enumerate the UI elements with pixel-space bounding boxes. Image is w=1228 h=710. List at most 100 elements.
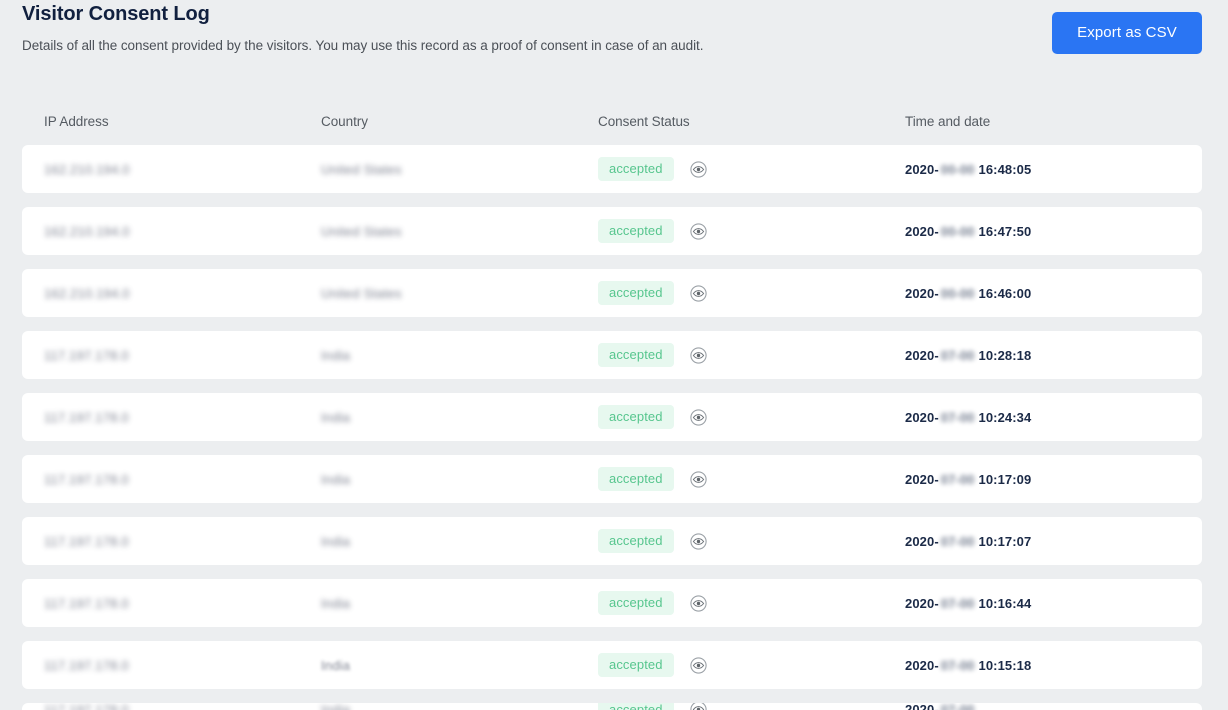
eye-icon[interactable] <box>689 408 707 426</box>
table-row[interactable]: 117.197.178.0 India accepted 2020- 07-00 1… <box>22 579 1202 627</box>
cell-country: India <box>321 703 598 710</box>
eye-icon[interactable] <box>689 656 707 674</box>
cell-ip-address: 117.197.178.0 <box>44 471 129 487</box>
date-masked: 07-00 <box>940 347 975 363</box>
date-masked: 00-00 <box>940 285 975 301</box>
table-body: 162.210.194.0 United States accepted 202… <box>22 145 1202 710</box>
cell-ip-address: 117.197.178.0 <box>44 533 129 549</box>
cell-consent-status: accepted <box>598 703 905 710</box>
time-value: 16:48:05 <box>978 161 1032 177</box>
cell-ip-address: 117.197.178.0 <box>44 703 321 710</box>
column-header-ip-address: IP Address <box>44 113 109 129</box>
date-prefix: 2020- <box>905 471 939 487</box>
cell-consent-status: accepted <box>598 529 905 553</box>
table-row[interactable]: 162.210.194.0 United States accepted 202… <box>22 145 1202 193</box>
time-value: 10:16:44 <box>978 595 1032 611</box>
column-header-time-and-date: Time and date <box>905 113 991 129</box>
date-masked: 00-00 <box>940 223 975 239</box>
table-header-row: IP Address Country Consent Status Time a… <box>22 104 1202 138</box>
cell-time-and-date: 2020- 07-00 10:24:34 <box>905 410 1205 425</box>
cell-country: India <box>321 657 351 673</box>
eye-icon[interactable] <box>689 284 707 302</box>
cell-time-and-date: 2020- 07-00 10:15:18 <box>905 658 1205 673</box>
cell-time-and-date: 2020- 07-00 10:28:18 <box>905 348 1205 363</box>
date-prefix: 2020- <box>905 285 939 301</box>
eye-icon[interactable] <box>689 346 707 364</box>
table-row[interactable]: 117.197.178.0 India accepted 2020-07-00 <box>22 703 1202 710</box>
cell-ip-address: 117.197.178.0 <box>44 409 129 425</box>
cell-consent-status: accepted <box>598 467 905 491</box>
date-prefix: 2020- <box>905 533 939 549</box>
cell-time-and-date: 2020- 00-00 16:46:00 <box>905 286 1205 301</box>
table-row[interactable]: 117.197.178.0 India accepted 2020- 07-00 1… <box>22 517 1202 565</box>
page-subtitle: Details of all the consent provided by t… <box>22 38 704 53</box>
cell-ip-address: 117.197.178.0 <box>44 595 129 611</box>
cell-consent-status: accepted <box>598 591 905 615</box>
status-badge: accepted <box>598 703 674 710</box>
cell-country: United States <box>321 285 402 301</box>
eye-icon[interactable] <box>689 703 707 710</box>
cell-country: India <box>321 409 351 425</box>
eye-icon[interactable] <box>689 470 707 488</box>
time-value: 10:17:09 <box>978 471 1032 487</box>
time-value: 16:47:50 <box>978 223 1032 239</box>
cell-country: India <box>321 533 351 549</box>
page-title: Visitor Consent Log <box>22 3 210 25</box>
eye-icon[interactable] <box>689 222 707 240</box>
date-prefix: 2020- <box>905 595 939 611</box>
export-as-csv-button[interactable]: Export as CSV <box>1052 12 1202 54</box>
cell-time-and-date: 2020- 07-00 10:16:44 <box>905 596 1205 611</box>
cell-country: India <box>321 595 351 611</box>
status-badge: accepted <box>598 529 674 553</box>
cell-country: India <box>321 471 351 487</box>
status-badge: accepted <box>598 467 674 491</box>
table-row[interactable]: 117.197.178.0 India accepted 2020- 07-00 1… <box>22 331 1202 379</box>
cell-ip-address: 117.197.178.0 <box>44 347 129 363</box>
status-badge: accepted <box>598 157 674 181</box>
consent-log-table: IP Address Country Consent Status Time a… <box>0 104 1228 710</box>
cell-ip-address: 117.197.178.0 <box>44 657 129 673</box>
cell-ip-address: 162.210.194.0 <box>44 285 130 301</box>
cell-time-and-date: 2020- 00-00 16:48:05 <box>905 162 1205 177</box>
column-header-consent-status: Consent Status <box>598 113 690 129</box>
cell-consent-status: accepted <box>598 281 905 305</box>
table-row[interactable]: 117.197.178.0 India accepted 2020- 07-00 1… <box>22 455 1202 503</box>
table-row[interactable]: 117.197.178.0 India accepted 2020- 07-00 1… <box>22 641 1202 689</box>
column-header-country: Country <box>321 113 368 129</box>
date-prefix: 2020- <box>905 703 939 710</box>
status-badge: accepted <box>598 219 674 243</box>
time-value: 10:24:34 <box>978 409 1032 425</box>
cell-consent-status: accepted <box>598 157 905 181</box>
cell-ip-address: 162.210.194.0 <box>44 161 130 177</box>
cell-ip-address: 162.210.194.0 <box>44 223 130 239</box>
date-masked: 07-00 <box>940 533 975 549</box>
time-value: 10:17:07 <box>978 533 1032 549</box>
date-masked: 07-00 <box>940 471 975 487</box>
cell-time-and-date: 2020- 07-00 10:17:09 <box>905 472 1205 487</box>
date-prefix: 2020- <box>905 657 939 673</box>
table-row[interactable]: 162.210.194.0 United States accepted 202… <box>22 269 1202 317</box>
status-badge: accepted <box>598 405 674 429</box>
cell-consent-status: accepted <box>598 343 905 367</box>
eye-icon[interactable] <box>689 160 707 178</box>
cell-consent-status: accepted <box>598 219 905 243</box>
cell-country: United States <box>321 223 402 239</box>
cell-time-and-date: 2020- 07-00 10:17:07 <box>905 534 1205 549</box>
cell-time-and-date: 2020- 00-00 16:47:50 <box>905 224 1205 239</box>
time-value: 16:46:00 <box>978 285 1032 301</box>
table-row[interactable]: 117.197.178.0 India accepted 2020- 07-00 1… <box>22 393 1202 441</box>
date-masked: 07-00 <box>940 595 975 611</box>
eye-icon[interactable] <box>689 594 707 612</box>
time-value: 10:28:18 <box>978 347 1032 363</box>
date-masked: 00-00 <box>940 161 975 177</box>
date-masked: 07-00 <box>941 703 975 710</box>
cell-consent-status: accepted <box>598 405 905 429</box>
eye-icon[interactable] <box>689 532 707 550</box>
table-row[interactable]: 162.210.194.0 United States accepted 202… <box>22 207 1202 255</box>
cell-country: India <box>321 347 351 363</box>
status-badge: accepted <box>598 281 674 305</box>
status-badge: accepted <box>598 653 674 677</box>
page-header: Visitor Consent Log Details of all the c… <box>0 0 1228 78</box>
date-prefix: 2020- <box>905 347 939 363</box>
date-prefix: 2020- <box>905 409 939 425</box>
